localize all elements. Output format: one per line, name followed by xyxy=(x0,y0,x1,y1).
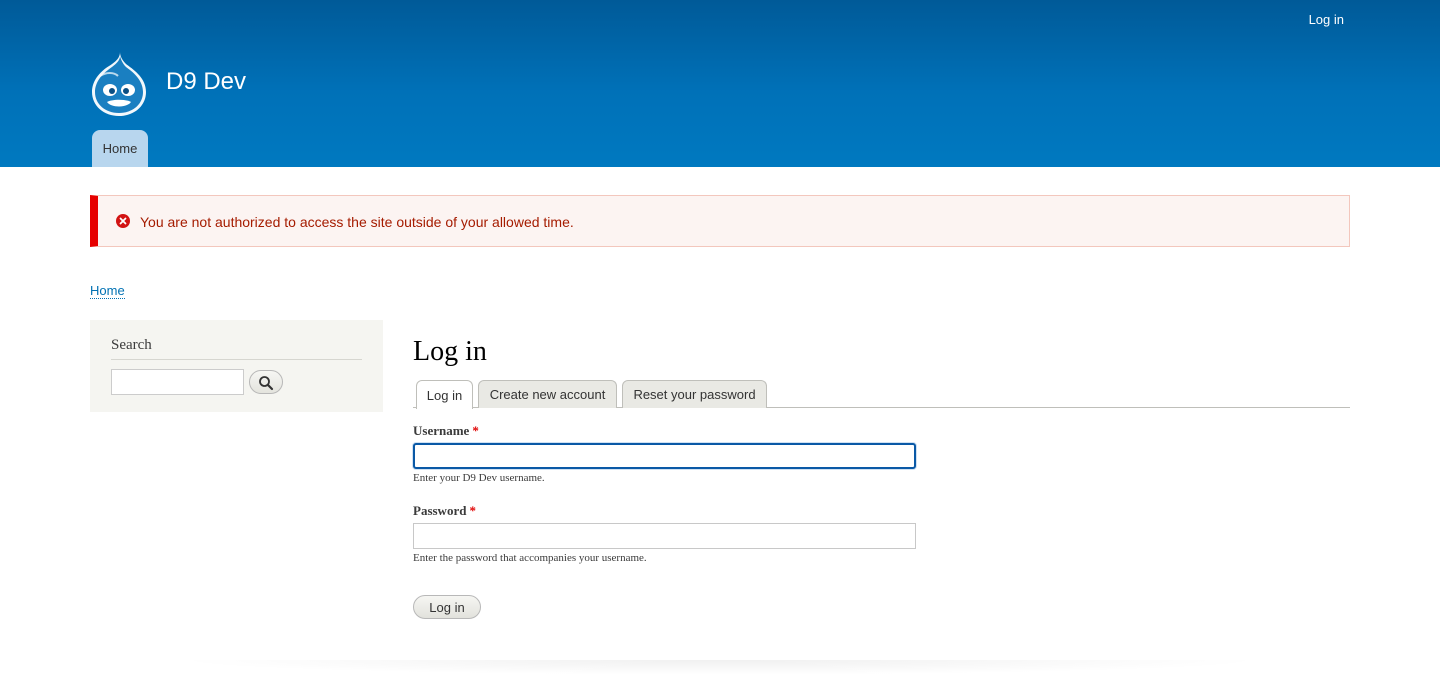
drupal-drop-icon[interactable] xyxy=(90,50,148,116)
header-login-link[interactable]: Log in xyxy=(1309,12,1344,27)
main-menu-item-home[interactable]: Home xyxy=(92,130,148,167)
search-block-divider xyxy=(111,359,362,360)
username-label-text: Username xyxy=(413,423,470,438)
search-block-title: Search xyxy=(111,337,152,353)
username-field[interactable] xyxy=(413,443,916,469)
tab-reset-password[interactable]: Reset your password xyxy=(622,380,767,408)
username-label: Username * xyxy=(413,423,479,439)
required-marker: * xyxy=(469,503,476,518)
log-in-submit-button[interactable]: Log in xyxy=(413,595,481,619)
site-header: Log in D9 Dev Home xyxy=(0,0,1440,167)
tab-create-new-account[interactable]: Create new account xyxy=(478,380,617,408)
username-description: Enter your D9 Dev username. xyxy=(413,472,545,484)
required-marker: * xyxy=(472,423,479,438)
password-description: Enter the password that accompanies your… xyxy=(413,552,647,564)
error-message-text: You are not authorized to access the sit… xyxy=(140,214,574,230)
breadcrumb-home-link[interactable]: Home xyxy=(90,283,125,299)
search-button[interactable] xyxy=(249,370,283,394)
footer-edge xyxy=(170,660,1270,675)
password-label: Password * xyxy=(413,503,476,519)
tab-log-in[interactable]: Log in xyxy=(416,380,473,409)
password-field[interactable] xyxy=(413,523,916,549)
page-title: Log in xyxy=(413,336,487,367)
password-label-text: Password xyxy=(413,503,467,518)
search-input[interactable] xyxy=(111,369,244,395)
error-message: You are not authorized to access the sit… xyxy=(90,195,1350,247)
sidebar-search-block: Search xyxy=(90,320,383,412)
error-circle-x-icon xyxy=(116,214,130,228)
site-name[interactable]: D9 Dev xyxy=(166,68,246,96)
